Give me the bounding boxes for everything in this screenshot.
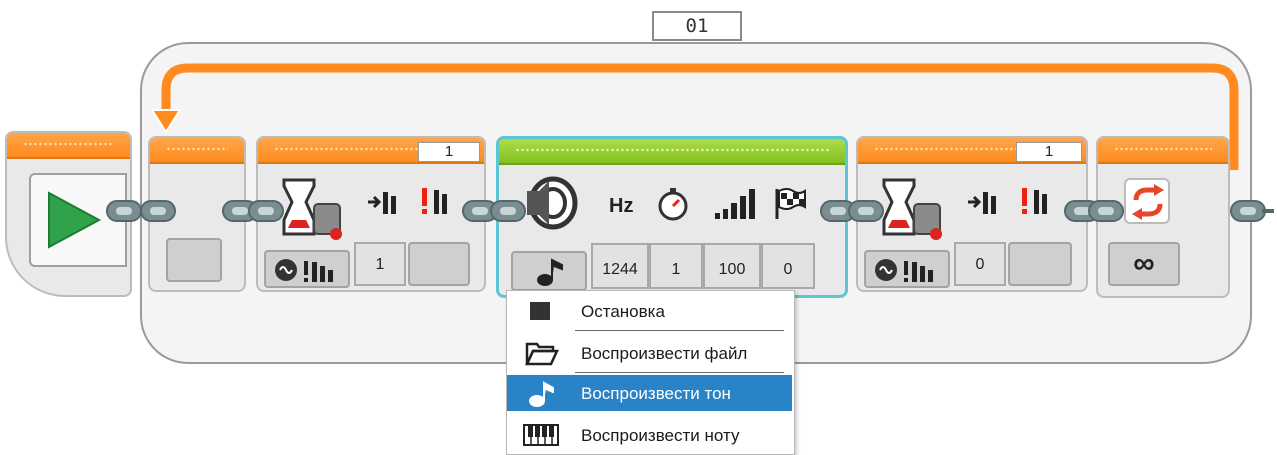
hourglass-brick-icon	[882, 178, 942, 240]
frequency-header: Hz	[609, 195, 634, 217]
wait-2-compare-input[interactable]	[1008, 242, 1072, 286]
wait-block-1[interactable]: 1 1	[256, 136, 486, 292]
menu-item-label: Воспроизвести файл	[581, 344, 748, 363]
start-block-header	[7, 133, 130, 159]
wait-1-mode-selector[interactable]	[264, 250, 350, 288]
loop-end-input-plug[interactable]	[1088, 200, 1124, 222]
loop-end-output-plug[interactable]	[1230, 200, 1266, 222]
checkered-flag-icon	[775, 188, 806, 219]
threshold-icon	[1022, 188, 1047, 214]
sound-block-header	[499, 139, 845, 165]
loop-mode-selector[interactable]: ∞	[1108, 242, 1180, 286]
piano-keys-icon	[523, 424, 559, 446]
wait-block-2-counter[interactable]: 1	[1016, 142, 1082, 162]
menu-item-label: Воспроизвести тон	[581, 384, 731, 403]
play-type-input[interactable]: 0	[761, 243, 815, 289]
sound-input-plug[interactable]	[490, 200, 526, 222]
note-icon	[537, 258, 563, 286]
open-folder-icon	[525, 342, 559, 366]
wait-1-input-plug[interactable]	[248, 200, 284, 222]
stopwatch-icon	[658, 188, 688, 221]
wait-block-1-counter[interactable]: 1	[418, 142, 480, 162]
repeat-arrows-icon	[1132, 184, 1164, 220]
play-icon	[48, 191, 102, 249]
menu-item-play-note[interactable]: Воспроизвести ноту	[507, 417, 792, 453]
menu-item-play-file[interactable]: Воспроизвести файл	[507, 335, 792, 373]
loop-end-header	[1098, 138, 1228, 164]
compare-to-icon	[968, 192, 996, 214]
sound-block[interactable]: Hz 1244 1 100 0	[496, 136, 848, 298]
menu-item-label: Остановка	[581, 302, 665, 321]
compare-to-icon	[368, 192, 396, 214]
wait-2-mode-selector[interactable]	[864, 250, 950, 288]
sequence-wire	[1262, 209, 1274, 213]
duration-input[interactable]: 1	[649, 243, 703, 289]
loop-start-input-plug[interactable]	[140, 200, 176, 222]
loop-start-header	[150, 138, 244, 164]
loop-name-label[interactable]: 01	[652, 11, 742, 41]
sensor-mode-icon	[275, 259, 333, 282]
hourglass-brick-icon	[282, 178, 342, 240]
wait-1-compare-input[interactable]	[408, 242, 470, 286]
threshold-icon	[422, 188, 447, 214]
stop-square-icon	[530, 302, 550, 320]
wait-1-value-input[interactable]: 1	[354, 242, 406, 286]
note-icon	[529, 381, 554, 407]
volume-icon	[715, 189, 755, 219]
sound-mode-dropdown[interactable]: Остановка Воспроизвести файл Воспроизвес…	[506, 290, 795, 455]
menu-item-play-tone[interactable]: Воспроизвести тон	[507, 375, 792, 411]
menu-item-label: Воспроизвести ноту	[581, 426, 740, 445]
wait-2-value-input[interactable]: 0	[954, 242, 1006, 286]
speaker-icon	[527, 176, 578, 230]
frequency-input[interactable]: 1244	[591, 243, 649, 289]
sensor-mode-icon	[875, 259, 933, 282]
menu-item-stop[interactable]: Остановка	[507, 293, 792, 331]
sound-mode-selector[interactable]	[511, 251, 587, 291]
wait-block-2[interactable]: 1 0	[856, 136, 1088, 292]
volume-input[interactable]: 100	[703, 243, 761, 289]
wait-2-input-plug[interactable]	[848, 200, 884, 222]
start-output-plug[interactable]	[106, 200, 142, 222]
